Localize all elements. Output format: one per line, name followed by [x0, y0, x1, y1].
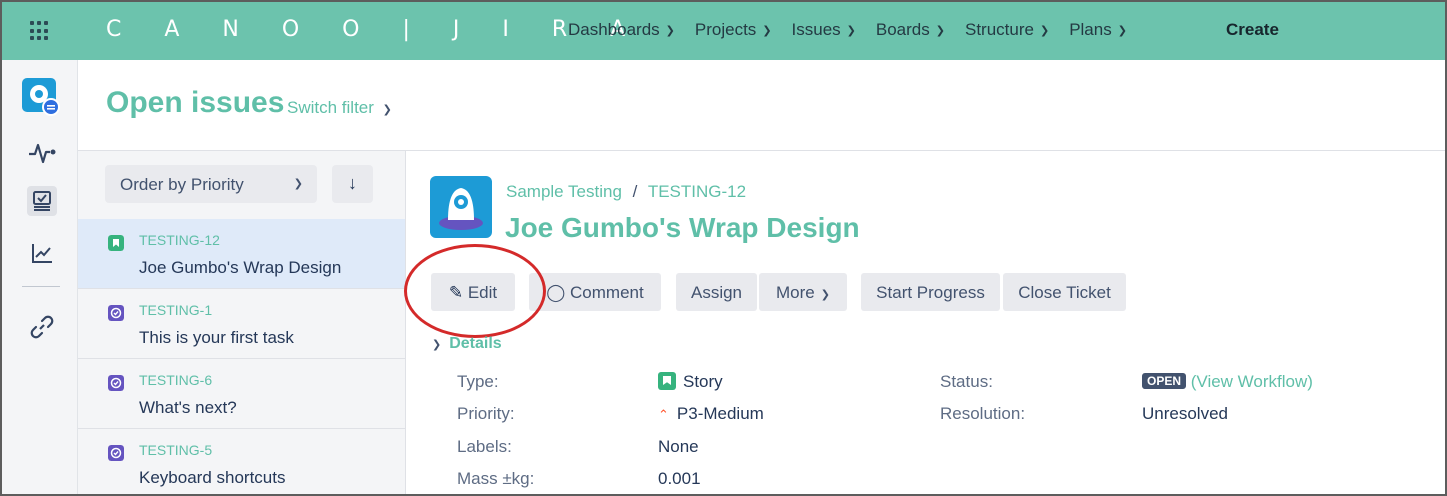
mass-value[interactable]: 0.001 — [658, 469, 701, 489]
breadcrumb-separator: / — [632, 182, 638, 201]
type-label: Type: — [457, 372, 499, 391]
switch-filter-dropdown[interactable]: Switch filter ❯ — [287, 98, 392, 118]
project-sidebar — [2, 60, 78, 494]
nav-issues[interactable]: Issues ❯ — [792, 20, 856, 40]
story-icon — [108, 235, 124, 251]
issue-key: TESTING-5 — [139, 442, 213, 458]
list-item[interactable]: TESTING-6 What's next? — [78, 359, 405, 429]
status-badge: OPEN — [1142, 373, 1187, 389]
details-section-toggle[interactable]: ❯ Details — [432, 335, 502, 353]
nav-plans[interactable]: Plans ❯ — [1069, 20, 1127, 40]
type-value-text: Story — [683, 372, 723, 391]
status-value: OPEN (View Workflow) — [1142, 372, 1313, 392]
chevron-down-icon: ❯ — [820, 289, 830, 301]
priority-value: ⌃ P3-Medium — [658, 404, 764, 424]
link-icon[interactable] — [27, 312, 57, 342]
breadcrumb-issue-key-link[interactable]: TESTING-12 — [648, 182, 746, 201]
comment-button[interactable]: ◯ Comment — [529, 273, 661, 311]
main-nav: Dashboards ❯ Projects ❯ Issues ❯ Boards ❯ St… — [568, 20, 1147, 40]
top-navigation-bar: C A N O O | J I R A Dashboards ❯ Projects… — [2, 2, 1445, 60]
list-item[interactable]: TESTING-1 This is your first task — [78, 289, 405, 359]
reports-icon[interactable] — [27, 238, 57, 268]
nav-label: Boards — [875, 20, 930, 39]
arrow-down-icon: ↓ — [348, 173, 357, 193]
nav-label: Structure — [964, 20, 1034, 39]
labels-value[interactable]: None — [658, 437, 699, 457]
assign-button[interactable]: Assign — [676, 273, 757, 311]
nav-label: Dashboards — [568, 20, 660, 39]
chevron-down-icon: ❯ — [665, 24, 675, 37]
issue-key: TESTING-12 — [139, 232, 220, 248]
more-label: More — [776, 283, 815, 302]
activity-icon[interactable] — [27, 138, 57, 168]
issue-key: TESTING-1 — [139, 302, 213, 318]
chevron-down-icon: ❯ — [762, 24, 772, 37]
story-icon — [658, 372, 676, 390]
status-label: Status: — [940, 372, 993, 391]
mass-label: Mass ±kg: — [457, 469, 535, 488]
screenshot-frame: C A N O O | J I R A Dashboards ❯ Projects… — [0, 0, 1447, 496]
issue-summary: Joe Gumbo's Wrap Design — [139, 258, 342, 277]
task-icon — [108, 445, 124, 461]
view-workflow-link[interactable]: (View Workflow) — [1191, 372, 1313, 391]
details-heading: Details — [449, 335, 502, 352]
issue-title: Joe Gumbo's Wrap Design — [505, 212, 860, 243]
chevron-down-icon: ❯ — [846, 24, 856, 37]
nav-projects[interactable]: Projects ❯ — [695, 20, 772, 40]
priority-label: Priority: — [457, 404, 515, 423]
nav-label: Projects — [694, 20, 757, 39]
rail-divider — [22, 286, 60, 287]
nav-label: Plans — [1069, 20, 1112, 39]
order-by-label: Order by Priority — [120, 175, 244, 194]
brand-logo-text[interactable]: C A N O O | J I R A — [106, 17, 643, 42]
nav-structure[interactable]: Structure ❯ — [965, 20, 1049, 40]
project-avatar-icon[interactable] — [22, 78, 60, 116]
chevron-down-icon: ❯ — [1039, 24, 1050, 37]
more-button[interactable]: More ❯ — [759, 273, 847, 311]
chevron-down-icon: ❯ — [1117, 24, 1127, 37]
labels-label: Labels: — [457, 437, 512, 456]
comment-label: Comment — [570, 283, 644, 302]
start-progress-button[interactable]: Start Progress — [861, 273, 1000, 311]
chevron-down-icon: ❯ — [935, 24, 945, 37]
priority-medium-icon: ⌃ — [658, 407, 669, 422]
chevron-down-icon: ❯ — [432, 339, 442, 351]
issue-summary: Keyboard shortcuts — [139, 468, 286, 487]
close-ticket-button[interactable]: Close Ticket — [1003, 273, 1126, 311]
breadcrumb-project-link[interactable]: Sample Testing — [506, 182, 622, 201]
list-item[interactable]: TESTING-5 Keyboard shortcuts — [78, 429, 405, 494]
nav-label: Issues — [791, 20, 841, 39]
issue-summary: This is your first task — [139, 328, 294, 347]
issue-key: TESTING-6 — [139, 372, 213, 388]
edit-label: Edit — [467, 283, 498, 302]
task-icon — [108, 305, 124, 321]
issue-list-panel: Order by Priority ❯ ↓ TESTING-12 Joe Gum… — [78, 151, 406, 494]
resolution-label: Resolution: — [940, 404, 1026, 423]
pencil-icon: ✎ — [448, 283, 464, 302]
resolution-value: Unresolved — [1142, 404, 1228, 423]
priority-value-text: P3-Medium — [676, 404, 764, 423]
nav-dashboards[interactable]: Dashboards ❯ — [568, 20, 675, 40]
comment-icon: ◯ — [546, 283, 566, 302]
issue-summary: What's next? — [139, 398, 237, 417]
edit-button[interactable]: ✎ Edit — [431, 273, 515, 311]
issue-list: TESTING-12 Joe Gumbo's Wrap Design TESTI… — [78, 219, 405, 494]
chevron-down-icon: ❯ — [293, 178, 303, 190]
create-button[interactable]: Create — [1226, 20, 1279, 40]
list-item[interactable]: TESTING-12 Joe Gumbo's Wrap Design — [78, 219, 405, 289]
project-avatar-icon — [430, 176, 492, 238]
switch-filter-label: Switch filter — [287, 98, 374, 117]
nav-boards[interactable]: Boards ❯ — [876, 20, 945, 40]
sort-direction-button[interactable]: ↓ — [332, 165, 373, 203]
board-icon[interactable] — [27, 186, 57, 216]
chevron-down-icon: ❯ — [382, 104, 392, 116]
task-icon — [108, 375, 124, 391]
type-value: Story — [658, 372, 723, 392]
breadcrumb: Sample Testing / TESTING-12 — [506, 182, 746, 202]
page-title: Open issues — [106, 86, 285, 119]
order-by-select[interactable]: Order by Priority ❯ — [105, 165, 317, 203]
app-switcher-icon[interactable] — [30, 21, 50, 41]
